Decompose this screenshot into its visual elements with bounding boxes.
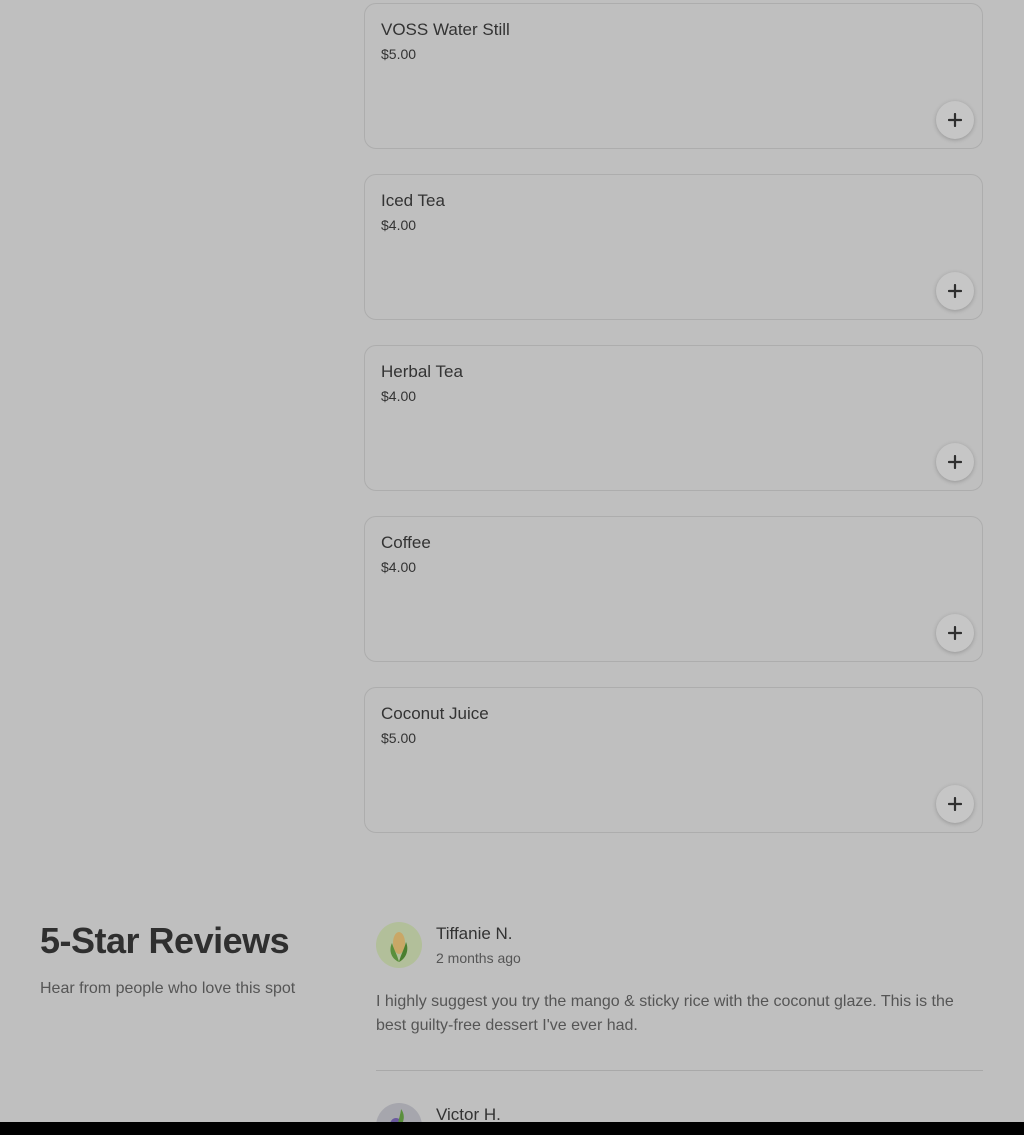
add-item-button[interactable] (936, 785, 974, 823)
reviews-section-title: 5-Star Reviews (40, 920, 290, 961)
menu-item-card[interactable]: Coffee $4.00 (364, 516, 983, 662)
menu-item-name: Coconut Juice (381, 704, 489, 723)
menu-item-price: $4.00 (381, 559, 417, 575)
eggplant-icon (390, 1109, 404, 1122)
review-item: Victor H. (376, 1103, 983, 1122)
reviews-section-subtitle: Hear from people who love this spot (40, 980, 296, 997)
menu-item-name: Herbal Tea (381, 362, 463, 381)
menu-item-card[interactable]: Coconut Juice $5.00 (364, 687, 983, 833)
reviewer-name: Tiffanie N. (436, 924, 513, 943)
review-text: I highly suggest you try the mango & sti… (376, 993, 954, 1034)
bottom-bar (0, 1122, 1024, 1135)
plus-icon (948, 797, 962, 811)
review-item: Tiffanie N. 2 months ago I highly sugges… (376, 922, 983, 1042)
menu-item-card[interactable]: VOSS Water Still $5.00 (364, 3, 983, 149)
menu-item-card[interactable]: Iced Tea $4.00 (364, 174, 983, 320)
add-item-button[interactable] (936, 272, 974, 310)
menu-item-price: $5.00 (381, 730, 417, 746)
avatar (376, 1103, 422, 1122)
add-item-button[interactable] (936, 101, 974, 139)
review-date: 2 months ago (436, 950, 521, 966)
menu-item-price: $5.00 (381, 46, 417, 62)
menu-item-name: VOSS Water Still (381, 20, 510, 39)
reviewer-name: Victor H. (436, 1105, 501, 1122)
add-item-button[interactable] (936, 443, 974, 481)
menu-item-name: Iced Tea (381, 191, 445, 210)
review-divider (376, 1070, 983, 1071)
menu-item-price: $4.00 (381, 388, 417, 404)
plus-icon (948, 455, 962, 469)
menu-item-price: $4.00 (381, 217, 417, 233)
add-item-button[interactable] (936, 614, 974, 652)
plus-icon (948, 113, 962, 127)
plus-icon (948, 284, 962, 298)
plus-icon (948, 626, 962, 640)
menu-item-name: Coffee (381, 533, 431, 552)
avatar (376, 922, 422, 968)
corn-icon (390, 932, 408, 962)
menu-item-card[interactable]: Herbal Tea $4.00 (364, 345, 983, 491)
